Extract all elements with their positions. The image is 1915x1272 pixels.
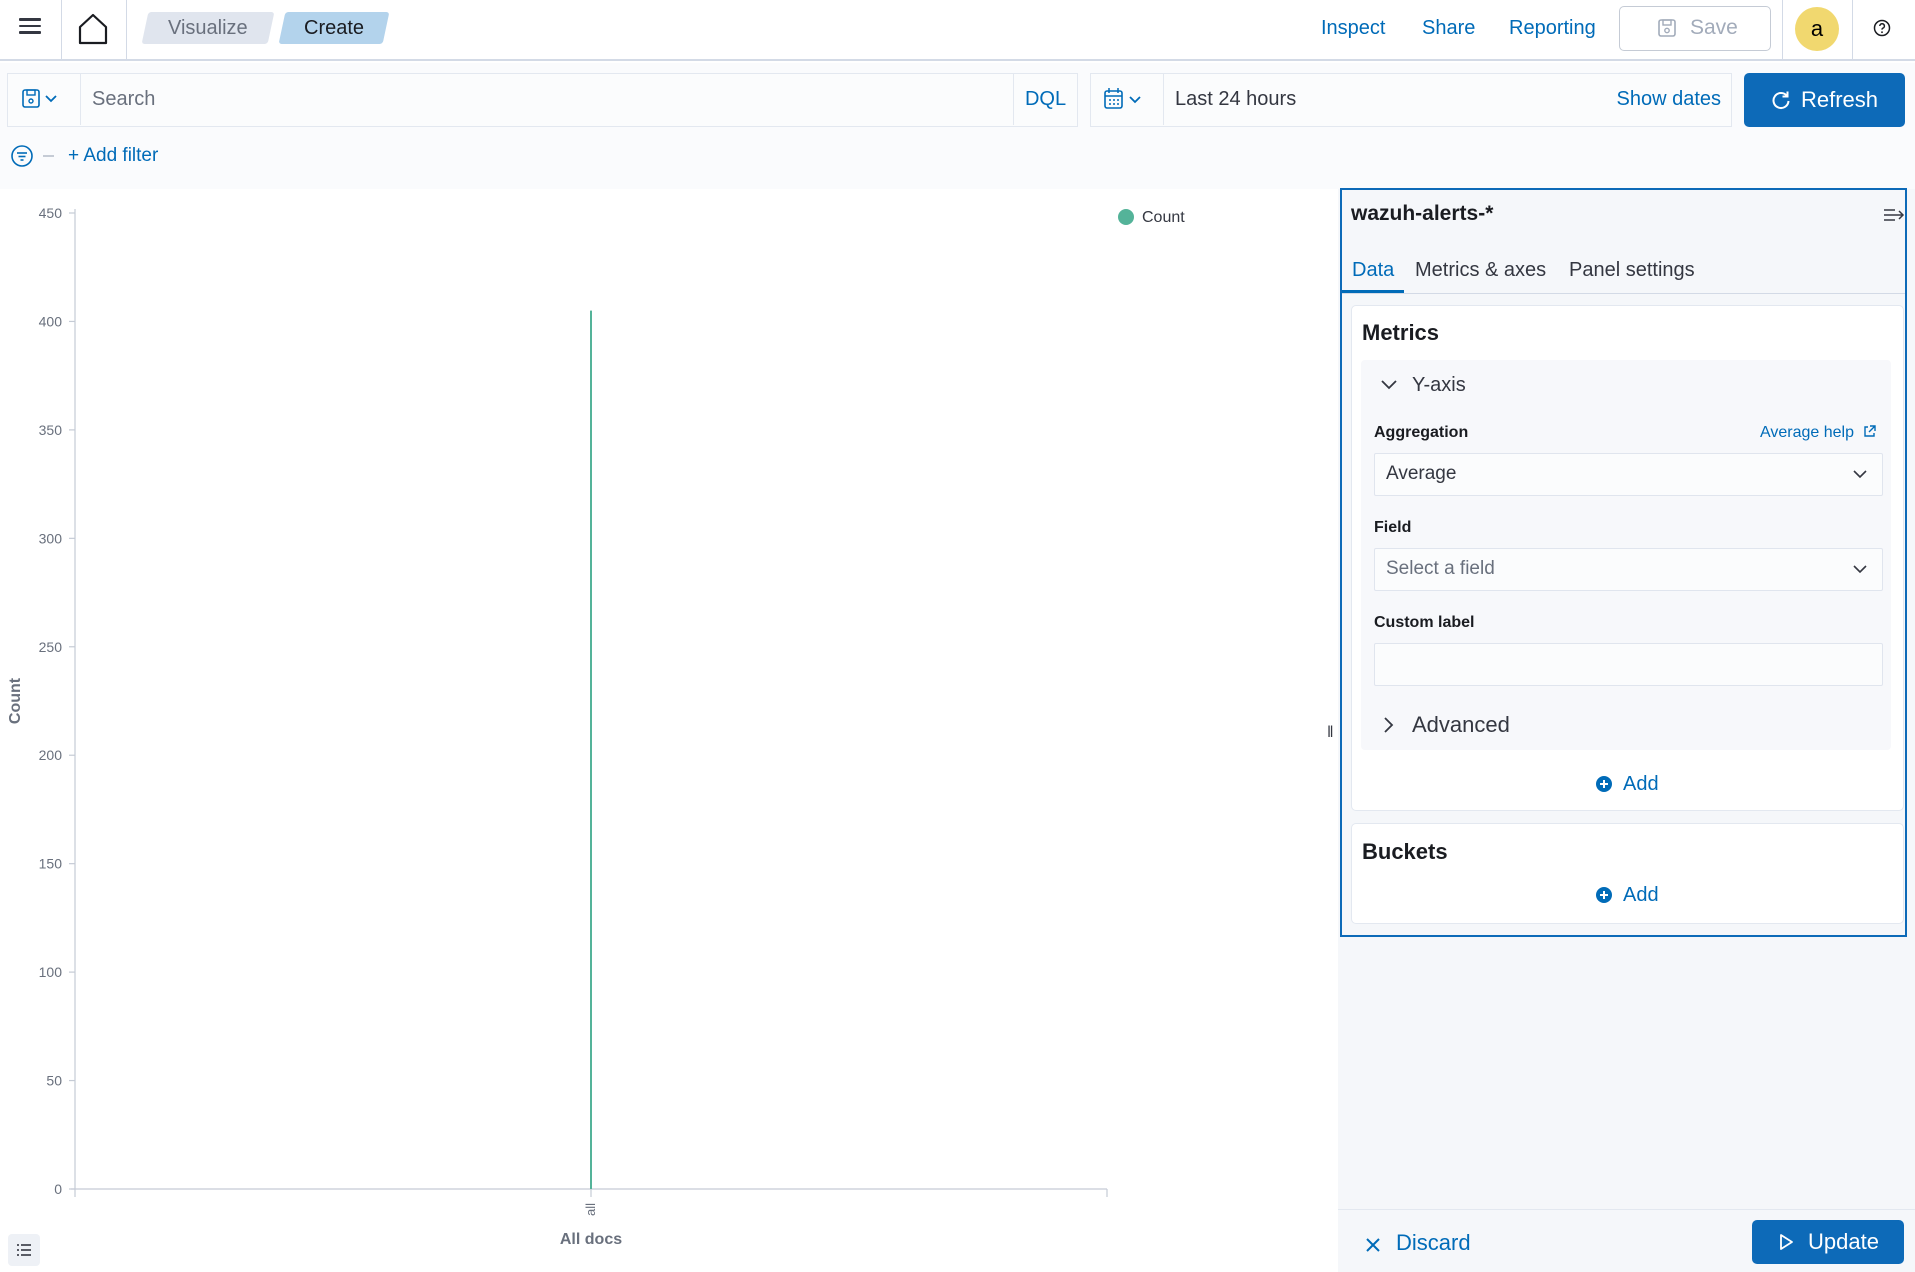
chevron-down-icon <box>1853 565 1867 574</box>
buckets-title: Buckets <box>1362 839 1448 864</box>
home-icon[interactable] <box>76 12 110 46</box>
breadcrumb-visualize[interactable]: Visualize <box>141 12 275 44</box>
tab-data[interactable]: Data <box>1352 256 1394 284</box>
y-tick-label: 200 <box>39 747 63 763</box>
y-axis: 0 50 100 150 200 250 300 350 400 450 <box>39 205 76 1197</box>
plus-circle-icon <box>1596 776 1612 792</box>
field-label: Field <box>1374 519 1412 536</box>
play-icon <box>1780 1234 1793 1250</box>
refresh-button[interactable]: Refresh <box>1744 73 1905 127</box>
index-pattern-title: wazuh-alerts-* <box>1351 202 1494 225</box>
update-label: Update <box>1808 1229 1879 1254</box>
header-divider <box>1852 0 1853 61</box>
tab-panel-settings[interactable]: Panel settings <box>1569 256 1695 284</box>
calendar-icon <box>1104 88 1141 109</box>
header-divider <box>61 0 62 61</box>
chart-area: 0 50 100 150 200 250 300 350 400 450 all Count Co… <box>0 189 1324 1272</box>
y-tick-label: 300 <box>39 530 63 546</box>
chevron-right-icon[interactable] <box>1381 715 1397 735</box>
header-divider <box>126 0 127 61</box>
legend-label[interactable]: Count <box>1142 209 1185 226</box>
discard-label: Discard <box>1396 1230 1471 1255</box>
add-metric-button[interactable]: Add <box>1596 771 1659 797</box>
x-axis-title: All docs <box>560 1231 622 1248</box>
custom-label-label: Custom label <box>1374 614 1475 631</box>
y-tick-label: 0 <box>54 1181 62 1197</box>
avatar[interactable]: a <box>1795 7 1839 51</box>
y-tick-label: 50 <box>46 1073 62 1089</box>
y-tick-label: 400 <box>39 313 63 329</box>
chart-bar[interactable] <box>590 310 592 1190</box>
save-icon <box>1658 19 1676 37</box>
tab-metrics-axes[interactable]: Metrics & axes <box>1415 256 1546 284</box>
y-tick-label: 150 <box>39 856 63 872</box>
aggregation-help-text: Average help <box>1760 424 1854 441</box>
refresh-icon <box>1772 91 1790 110</box>
top-header: Visualize Create Inspect Share Reporting… <box>0 0 1915 61</box>
external-link-icon <box>1864 425 1877 437</box>
quick-select-button[interactable] <box>1091 74 1164 125</box>
share-link[interactable]: Share <box>1422 14 1475 42</box>
search-input[interactable] <box>92 74 992 125</box>
saved-query-icon <box>22 89 57 108</box>
search-bar: DQL <box>7 73 1078 127</box>
legend-swatch <box>1118 209 1134 225</box>
help-icon[interactable] <box>1871 17 1893 39</box>
filter-divider <box>43 155 54 157</box>
chart-bars <box>590 310 592 1190</box>
field-placeholder: Select a field <box>1386 558 1495 579</box>
breadcrumb-create: Create <box>278 12 390 44</box>
y-tick-label: 350 <box>39 422 63 438</box>
refresh-label: Refresh <box>1801 87 1879 112</box>
header-divider <box>1782 0 1783 61</box>
editor-tabs: Data Metrics & axes Panel settings <box>1342 248 1905 294</box>
chevron-down-icon[interactable] <box>1380 377 1398 393</box>
aggregation-value: Average <box>1386 463 1457 484</box>
y-tick-label: 100 <box>39 964 63 980</box>
inspect-link[interactable]: Inspect <box>1321 14 1385 42</box>
query-bar: DQL Last 24 hours Show dates Refresh + A… <box>0 63 1915 189</box>
close-icon <box>1366 1238 1380 1252</box>
advanced-toggle[interactable]: Advanced <box>1412 710 1510 740</box>
custom-label-input[interactable] <box>1374 643 1883 686</box>
show-dates-link[interactable]: Show dates <box>1616 74 1721 125</box>
save-button[interactable]: Save <box>1619 6 1771 51</box>
panel-resize-handle[interactable]: ‖ <box>1327 724 1334 742</box>
add-metric-label: Add <box>1623 773 1659 795</box>
bar-chart: 0 50 100 150 200 250 300 350 400 450 all Count Co… <box>7 205 1185 1248</box>
aggregation-select[interactable]: Average <box>1374 453 1883 496</box>
y-axis-title: Count <box>7 677 24 724</box>
add-bucket-label: Add <box>1623 884 1659 906</box>
active-tab-indicator <box>1342 290 1404 293</box>
add-bucket-button[interactable]: Add <box>1596 882 1659 908</box>
y-axis-accordion-toggle[interactable]: Y-axis <box>1412 372 1466 398</box>
chevron-down-icon <box>1853 470 1867 479</box>
plus-circle-icon <box>1596 887 1612 903</box>
x-tick-label: all <box>583 1203 598 1216</box>
y-tick-label: 250 <box>39 639 63 655</box>
update-button[interactable]: Update <box>1752 1220 1904 1264</box>
menu-icon[interactable] <box>14 14 46 42</box>
reporting-link[interactable]: Reporting <box>1509 14 1596 42</box>
chart-legend[interactable]: Count <box>1118 209 1185 226</box>
y-tick-label: 450 <box>39 205 63 221</box>
list-icon <box>17 1244 31 1256</box>
date-picker: Last 24 hours Show dates <box>1090 73 1732 127</box>
time-range-label[interactable]: Last 24 hours <box>1175 74 1296 125</box>
metrics-title: Metrics <box>1362 320 1440 345</box>
saved-queries-button[interactable] <box>8 74 81 125</box>
aggregation-label: Aggregation <box>1374 424 1469 441</box>
x-axis: all <box>71 1188 1108 1216</box>
save-label: Save <box>1690 16 1738 39</box>
filter-options-icon[interactable] <box>10 144 34 168</box>
collapse-sidebar-icon[interactable] <box>1883 207 1905 223</box>
add-filter-button[interactable]: + Add filter <box>68 143 158 169</box>
field-select[interactable]: Select a field <box>1374 548 1883 591</box>
query-language-button[interactable]: DQL <box>1013 74 1077 125</box>
aggregation-help-link[interactable]: Average help <box>1760 424 1877 442</box>
legend-toggle-button[interactable] <box>8 1234 40 1266</box>
